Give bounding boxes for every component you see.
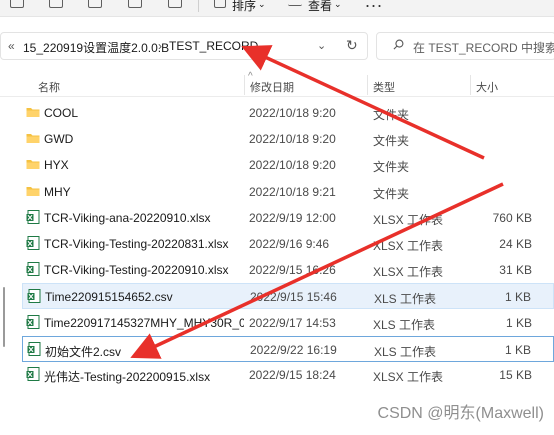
file-name: TCR-Viking-Testing-20220910.xlsx [44,263,229,278]
file-row[interactable]: 光伟达-Testing-202200915.xlsx 2022/9/15 18:2… [22,362,554,388]
column-divider[interactable] [470,75,471,95]
address-bar[interactable]: « 15_220919设置温度2.0.0.B › TEST_RECORD ⌄ ↻ [0,32,368,60]
sort-icon [214,0,226,8]
excel-icon [27,341,41,356]
file-name: Time220915154652.csv [45,290,173,305]
file-name: GWD [44,132,74,147]
column-type[interactable]: 类型 [373,79,395,95]
view-button[interactable]: 查看 [308,0,332,14]
file-date: 2022/9/15 15:46 [250,290,337,305]
file-type: XLS 工作表 [374,292,437,307]
file-size: 31 KB [499,263,532,278]
file-date: 2022/9/19 12:00 [249,210,336,225]
file-type: 文件夹 [373,134,410,149]
file-row[interactable]: TCR-Viking-ana-20220910.xlsx 2022/9/19 12… [22,205,554,231]
file-type: 文件夹 [373,186,410,201]
file-name: HYX [44,158,69,173]
file-row[interactable]: COOL 2022/10/18 9:20 文件夹 [22,100,554,126]
column-date[interactable]: 修改日期 [250,79,294,95]
excel-icon [26,236,40,250]
file-name: Time220917145327MHY_MHY30R_0... [44,315,244,330]
file-date: 2022/10/18 9:21 [249,184,336,199]
file-row[interactable]: Time220915154652.csv 2022/9/15 15:46 XLS 工… [22,283,554,310]
file-type: 文件夹 [373,160,410,175]
file-name: TCR-Viking-Testing-20220831.xlsx [44,237,229,251]
file-size: 760 KB [492,210,532,225]
breadcrumb-item-current[interactable]: TEST_RECORD [169,39,258,53]
column-divider[interactable] [244,75,245,95]
column-header: ^ 名称 修改日期 类型 大小 [0,71,554,97]
address-row: « 15_220919设置温度2.0.0.B › TEST_RECORD ⌄ ↻… [0,28,554,64]
file-name: COOL [44,106,79,120]
file-row[interactable]: Time220917145327MHY_MHY30R_0... 2022/9/17… [22,310,554,336]
breadcrumb-item-parent[interactable]: 15_220919设置温度2.0.0.B [23,39,169,56]
file-name: 初始文件2.csv [45,344,122,359]
file-date: 2022/9/17 14:53 [249,315,336,330]
sort-button[interactable]: 排序 [232,0,256,14]
excel-icon [27,289,41,304]
file-row[interactable]: MHY 2022/10/18 9:21 文件夹 [22,179,554,205]
chevron-down-icon: ⌄ [258,0,266,9]
file-type: XLSX 工作表 [373,370,444,384]
file-date: 2022/9/16 9:46 [249,237,330,251]
file-row[interactable]: HYX 2022/10/18 9:20 文件夹 [22,152,554,178]
file-date: 2022/10/18 9:20 [249,158,336,173]
excel-icon [26,209,40,224]
file-size: 1 KB [505,315,532,330]
file-date: 2022/10/18 9:20 [249,106,336,120]
breadcrumb-separator: › [158,39,162,53]
file-size: 24 KB [499,237,532,251]
file-type: 文件夹 [373,108,410,122]
address-dropdown-icon[interactable]: ⌄ [317,39,326,52]
new-icon[interactable] [10,0,24,8]
excel-icon [26,262,40,277]
watermark: CSDN @明东(Maxwell) [377,405,544,422]
file-row[interactable]: TCR-Viking-Testing-20220910.xlsx 2022/9/1… [22,257,554,283]
file-type: XLS 工作表 [374,344,437,359]
refresh-icon[interactable]: ↻ [346,37,358,54]
navigation-scrollbar[interactable] [3,287,5,347]
file-size: 1 KB [504,342,531,357]
chevron-down-icon: ⌄ [334,0,342,9]
column-name[interactable]: 名称 [38,79,60,95]
navigation-pane-edge [0,97,6,435]
file-type: XLS 工作表 [373,317,436,332]
excel-icon [26,314,40,329]
toolbar-divider [198,0,199,12]
command-bar: 排序 ⌄ 查看 ⌄ ... [0,0,554,17]
file-type: XLSX 工作表 [373,239,444,253]
more-options-button[interactable]: ... [365,0,383,12]
file-name: 光伟达-Testing-202200915.xlsx [44,370,211,384]
folder-icon [26,134,40,144]
copy-icon[interactable] [88,0,102,8]
file-row[interactable]: 初始文件2.csv 2022/9/22 16:19 XLS 工作表 1 KB [22,335,554,362]
file-type: XLSX 工作表 [373,265,444,280]
file-type: XLSX 工作表 [373,212,444,227]
file-size: 1 KB [504,290,531,305]
folder-icon [26,160,40,170]
file-size: 15 KB [499,368,532,382]
file-date: 2022/9/15 16:26 [249,263,336,278]
excel-icon [26,367,40,381]
search-icon [393,39,404,50]
file-name: TCR-Viking-ana-20220910.xlsx [44,210,211,225]
column-size[interactable]: 大小 [476,79,498,95]
view-icon [288,0,302,6]
file-date: 2022/9/15 18:24 [249,368,336,382]
cut-icon[interactable] [49,0,63,8]
search-placeholder: 在 TEST_RECORD 中搜索 [413,41,554,55]
file-name: MHY [44,184,71,199]
breadcrumb-overflow[interactable]: « [8,39,15,53]
folder-icon [26,108,40,117]
file-row[interactable]: TCR-Viking-Testing-20220831.xlsx 2022/9/1… [22,231,554,257]
column-divider[interactable] [367,75,368,95]
file-date: 2022/10/18 9:20 [249,132,336,147]
paste-icon[interactable] [128,0,142,8]
file-date: 2022/9/22 16:19 [250,342,337,357]
search-input[interactable]: 在 TEST_RECORD 中搜索 [376,32,554,60]
folder-icon [26,186,40,196]
delete-icon[interactable] [168,0,182,8]
file-row[interactable]: GWD 2022/10/18 9:20 文件夹 [22,126,554,152]
